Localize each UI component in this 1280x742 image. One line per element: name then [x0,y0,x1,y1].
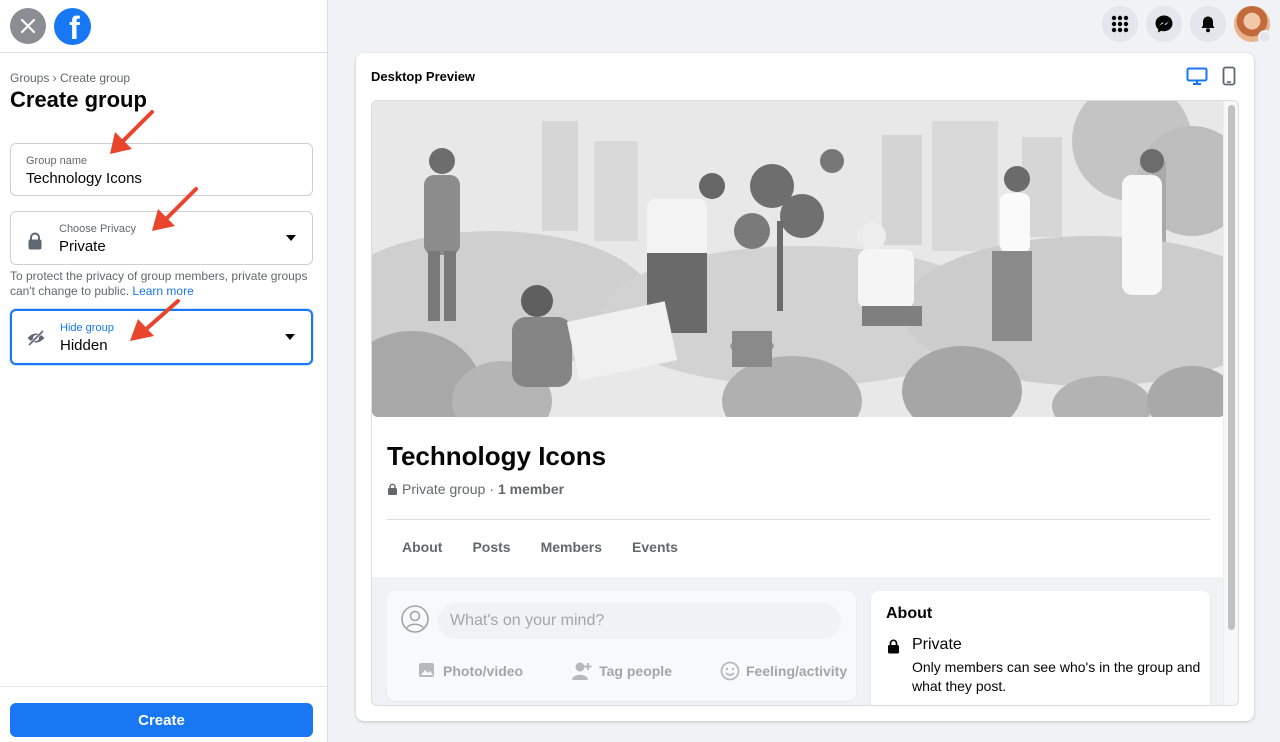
messenger-icon [1155,15,1173,33]
user-avatar-icon [401,605,429,633]
preview-scrollbar[interactable] [1223,101,1238,705]
tab-posts[interactable]: Posts [457,539,525,555]
account-avatar[interactable] [1234,6,1272,44]
cover-photo [372,101,1225,417]
chevron-down-icon [286,235,296,241]
mobile-icon[interactable] [1222,66,1236,86]
group-meta: Private group · 1 member [387,481,564,497]
lock-icon [28,232,42,250]
breadcrumb[interactable]: Groups › Create group [10,71,130,85]
sidebar-footer: Create [0,686,327,742]
about-title: About [886,605,933,622]
tag-people-label: Tag people [599,663,672,679]
annotation-arrow [110,110,154,154]
tab-members[interactable]: Members [526,539,617,555]
tab-events[interactable]: Events [617,539,693,555]
messenger-button[interactable] [1146,6,1182,42]
feeling-activity-label: Feeling/activity [745,663,848,679]
feeling-icon [720,661,740,681]
global-nav [1102,6,1272,44]
privacy-help-text: To protect the privacy of group members,… [10,269,310,299]
create-group-sidebar: f Groups › Create group Create group Gro… [0,0,328,742]
chevron-down-icon [285,334,295,340]
divider [387,519,1210,520]
eye-slash-icon [27,329,45,347]
feeling-activity-button[interactable]: Feeling/activity [720,661,847,681]
learn-more-link[interactable]: Learn more [132,284,193,298]
post-composer: What's on your mind? Photo/video Tag peo… [387,591,856,701]
annotation-arrow [152,187,198,231]
desktop-preview-card: Desktop Preview Technology Icons Private… [356,53,1254,721]
photo-icon [419,663,434,677]
about-description: Only members can see who's in the group … [912,659,1201,694]
composer-actions: Photo/video Tag people Feeling/activity [417,661,847,681]
tag-people-button[interactable]: Tag people [571,661,672,681]
composer-input[interactable]: What's on your mind? [438,603,841,639]
meta-separator: · [489,481,494,497]
group-header: Technology Icons Private group · 1 membe… [372,101,1225,577]
privacy-value: Private [59,238,106,255]
lock-icon [888,639,899,654]
scrollbar-thumb[interactable] [1228,105,1235,630]
create-button[interactable]: Create [10,703,313,737]
close-button[interactable] [10,8,46,44]
preview-title: Desktop Preview [371,69,476,84]
menu-button[interactable] [1102,6,1138,42]
photo-video-button[interactable]: Photo/video [417,661,523,681]
lock-icon [388,483,397,495]
group-privacy-text: Private group [402,481,486,497]
annotation-arrow [130,299,180,341]
desktop-icon[interactable] [1186,67,1208,85]
notifications-button[interactable] [1190,6,1226,42]
group-title: Technology Icons [387,441,607,471]
preview-frame: Technology Icons Private group · 1 membe… [371,100,1239,706]
about-privacy: Private [912,636,962,653]
group-tabs: About Posts Members Events [387,539,693,555]
sidebar-header: f [0,0,327,53]
close-icon [20,18,36,34]
tag-people-icon [572,662,592,680]
tab-about[interactable]: About [387,539,457,555]
group-name-label: Group name [26,155,88,167]
menu-grid-icon [1111,15,1129,33]
facebook-logo[interactable]: f [54,7,91,45]
bell-icon [1201,16,1215,33]
about-card: About Private Only members can see who's… [871,591,1210,705]
member-count[interactable]: 1 member [498,481,564,497]
photo-video-label: Photo/video [443,663,524,679]
